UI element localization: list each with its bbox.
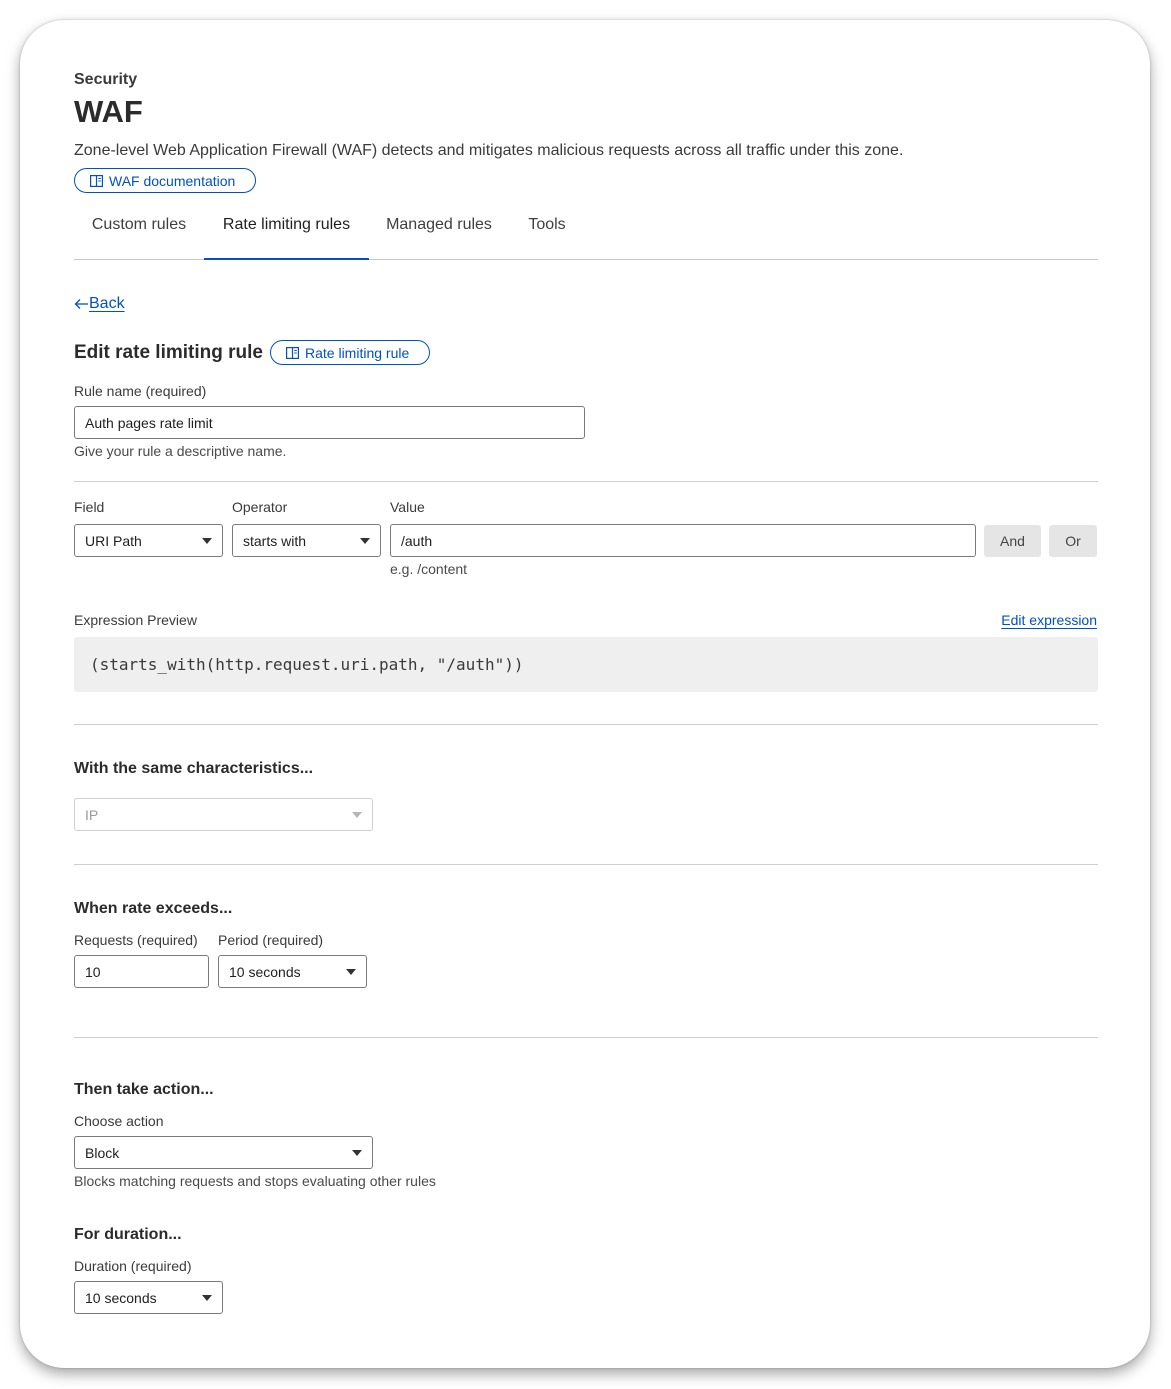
characteristics-heading: With the same characteristics...	[74, 760, 314, 777]
rule-name-input[interactable]: Auth pages rate limit	[74, 406, 585, 439]
tab-tools[interactable]: Tools	[517, 216, 577, 260]
breadcrumb: Security	[74, 71, 138, 88]
duration-select-value: 10 seconds	[85, 1289, 157, 1306]
book-icon	[90, 174, 103, 187]
expression-preview-code: (starts_with(http.request.uri.path, "/au…	[74, 637, 1098, 692]
value-hint: e.g. /content	[390, 561, 468, 577]
operator-select-value: starts with	[243, 532, 307, 549]
divider	[74, 1037, 1098, 1038]
requests-input[interactable]: 10	[74, 955, 209, 988]
arrow-left-icon	[74, 299, 88, 309]
chevron-down-icon	[202, 1294, 212, 1301]
requests-label: Requests (required)	[74, 932, 198, 948]
tab-managed-rules[interactable]: Managed rules	[374, 216, 504, 260]
field-label: Field	[74, 499, 105, 515]
divider	[74, 724, 1098, 725]
expression-preview-label: Expression Preview	[74, 612, 197, 628]
waf-documentation-label: WAF documentation	[109, 172, 236, 189]
field-select-value: URI Path	[85, 532, 142, 549]
page-description: Zone-level Web Application Firewall (WAF…	[74, 142, 904, 159]
operator-label: Operator	[232, 499, 288, 515]
chevron-down-icon	[352, 811, 362, 818]
tab-bar: Custom rules Rate limiting rules Managed…	[74, 210, 1098, 260]
edit-expression-link[interactable]: Edit expression	[1001, 612, 1097, 628]
back-link[interactable]: Back	[74, 295, 125, 313]
waf-documentation-link[interactable]: WAF documentation	[74, 168, 256, 193]
page-card: Security WAF Zone-level Web Application …	[20, 20, 1150, 1368]
book-icon	[286, 346, 299, 359]
rate-limiting-rule-doc-label: Rate limiting rule	[305, 344, 410, 361]
rate-heading: When rate exceeds...	[74, 900, 233, 917]
duration-heading: For duration...	[74, 1226, 182, 1243]
period-label: Period (required)	[218, 932, 324, 948]
divider	[74, 864, 1098, 865]
tab-custom-rules[interactable]: Custom rules	[74, 216, 204, 260]
chevron-down-icon	[346, 968, 356, 975]
characteristics-select: IP	[74, 798, 373, 831]
back-label: Back	[89, 295, 125, 312]
duration-label: Duration (required)	[74, 1258, 192, 1274]
tab-rate-limiting-rules[interactable]: Rate limiting rules	[204, 216, 369, 260]
chevron-down-icon	[360, 537, 370, 544]
action-select-value: Block	[85, 1144, 120, 1161]
chevron-down-icon	[202, 537, 212, 544]
action-select[interactable]: Block	[74, 1136, 373, 1169]
period-select[interactable]: 10 seconds	[218, 955, 367, 988]
divider	[74, 481, 1098, 482]
form-title: Edit rate limiting rule	[74, 342, 263, 363]
value-label: Value	[390, 499, 425, 515]
choose-action-label: Choose action	[74, 1113, 164, 1129]
and-button[interactable]: And	[984, 525, 1041, 557]
characteristics-select-value: IP	[85, 806, 99, 823]
value-input[interactable]: /auth	[390, 524, 976, 557]
operator-select[interactable]: starts with	[232, 524, 381, 557]
action-heading: Then take action...	[74, 1081, 214, 1098]
duration-select[interactable]: 10 seconds	[74, 1281, 223, 1314]
period-select-value: 10 seconds	[229, 963, 301, 980]
rule-name-help: Give your rule a descriptive name.	[74, 443, 287, 459]
page-title: WAF	[74, 94, 143, 129]
rate-limiting-rule-doc-link[interactable]: Rate limiting rule	[270, 340, 430, 365]
field-select[interactable]: URI Path	[74, 524, 223, 557]
action-help: Blocks matching requests and stops evalu…	[74, 1173, 436, 1189]
or-button[interactable]: Or	[1049, 525, 1097, 557]
rule-name-label: Rule name (required)	[74, 383, 207, 399]
chevron-down-icon	[352, 1149, 362, 1156]
